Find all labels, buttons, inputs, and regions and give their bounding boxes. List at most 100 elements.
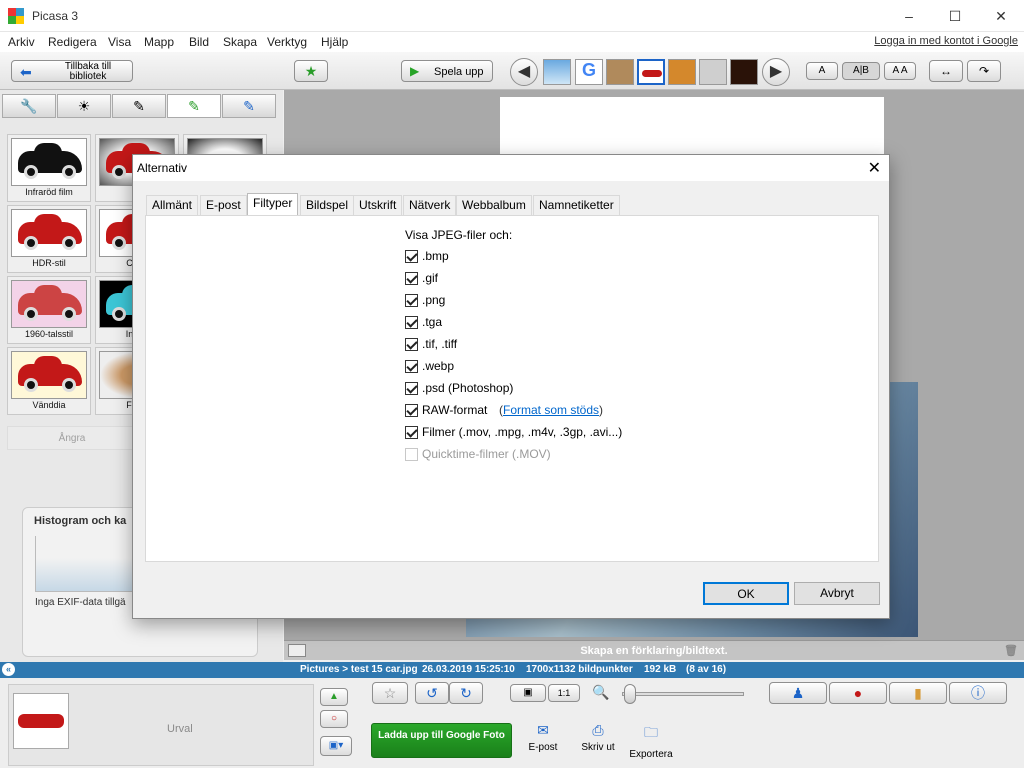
rotate-view-button[interactable]: ↷ bbox=[967, 60, 1001, 82]
menu-verktyg[interactable]: Verktyg bbox=[267, 35, 307, 49]
album-button[interactable]: ▣▾ bbox=[320, 736, 352, 756]
ok-button[interactable]: OK bbox=[703, 582, 789, 605]
effect-hdr[interactable]: HDR-stil bbox=[7, 205, 91, 273]
thumbnail-dog[interactable] bbox=[606, 59, 634, 85]
fit-view-button[interactable]: ▣ bbox=[510, 684, 546, 702]
share-button[interactable]: ★ bbox=[294, 60, 328, 82]
tab-basic-fixes[interactable]: 🔧 bbox=[2, 94, 56, 118]
clear-button[interactable]: ○ bbox=[320, 710, 348, 728]
checkbox-label: .tif, .tiff bbox=[422, 337, 458, 351]
tab-allmant[interactable]: Allmänt bbox=[146, 195, 199, 215]
rotate-right-button[interactable]: ↻ bbox=[449, 682, 483, 704]
menu-arkiv[interactable]: Arkiv bbox=[8, 35, 35, 49]
previous-image-button[interactable]: ◀ bbox=[510, 58, 538, 86]
thumbnail-google[interactable]: G bbox=[575, 59, 603, 85]
text-size-large-button[interactable]: A A bbox=[884, 62, 916, 80]
compare-button[interactable]: ↔ bbox=[929, 60, 963, 82]
tab-bildspel[interactable]: Bildspel bbox=[300, 195, 355, 215]
people-button[interactable]: ♟ bbox=[769, 682, 827, 704]
checkbox-box[interactable] bbox=[405, 404, 418, 417]
next-image-button[interactable]: ▶ bbox=[762, 58, 790, 86]
menu-bar: Arkiv Redigera Visa Mapp Bild Skapa Verk… bbox=[0, 32, 1024, 52]
menu-mapp[interactable]: Mapp bbox=[144, 35, 174, 49]
arrow-left-icon: ◀ bbox=[517, 63, 531, 80]
menu-skapa[interactable]: Skapa bbox=[223, 35, 257, 49]
caption-toggle-icon[interactable] bbox=[288, 644, 306, 657]
maximize-button[interactable]: ☐ bbox=[932, 0, 978, 32]
trash-icon[interactable]: 🗑 bbox=[1004, 641, 1018, 661]
menu-redigera[interactable]: Redigera bbox=[48, 35, 97, 49]
cancel-button[interactable]: Avbryt bbox=[794, 582, 880, 605]
tags-button[interactable]: ▮ bbox=[889, 682, 947, 704]
tab-webbalbum[interactable]: Webbalbum bbox=[456, 195, 532, 215]
collapse-icon[interactable]: « bbox=[2, 663, 15, 676]
close-window-button[interactable]: ✕ bbox=[978, 0, 1024, 32]
dialog-close-icon[interactable]: ✕ bbox=[868, 158, 881, 178]
effect-infrared[interactable]: Infraröd film bbox=[7, 134, 91, 202]
print-button[interactable]: ⎙ Skriv ut bbox=[578, 722, 618, 753]
tab-namnetiketter[interactable]: Namnetiketter bbox=[533, 195, 620, 215]
thumbnail-drinks[interactable] bbox=[668, 59, 696, 85]
tab-tuning[interactable]: ☀ bbox=[57, 94, 111, 118]
checkbox-box[interactable] bbox=[405, 316, 418, 329]
rotate-left-icon: ↺ bbox=[426, 685, 438, 701]
tab-effects-1[interactable]: ✎ bbox=[112, 94, 166, 118]
checkbox-box[interactable] bbox=[405, 294, 418, 307]
star-button[interactable]: ☆ bbox=[372, 682, 408, 704]
thumbnail-camera[interactable] bbox=[699, 59, 727, 85]
menu-visa[interactable]: Visa bbox=[108, 35, 131, 49]
tab-effects-3[interactable]: ✎ bbox=[222, 94, 276, 118]
checkbox-box[interactable] bbox=[405, 272, 418, 285]
tab-epost[interactable]: E-post bbox=[200, 195, 247, 215]
back-to-library-button[interactable]: ⬅ Tillbaka till bibliotek bbox=[11, 60, 133, 82]
person-icon: ♟ bbox=[791, 685, 805, 701]
text-size-medium-button[interactable]: A|B bbox=[842, 62, 880, 80]
tab-natverk[interactable]: Nätverk bbox=[403, 195, 457, 215]
supported-formats-link[interactable]: Format som stöds bbox=[503, 403, 599, 417]
pin-button[interactable]: ▲ bbox=[320, 688, 348, 706]
undo-button[interactable]: Ångra bbox=[7, 426, 137, 450]
tray-thumbnail[interactable] bbox=[13, 693, 69, 749]
checkbox-box[interactable] bbox=[405, 250, 418, 263]
tab-utskrift[interactable]: Utskrift bbox=[353, 195, 403, 215]
status-dimensions: 1700x1132 bildpunkter bbox=[526, 664, 633, 675]
caption-bar[interactable]: Skapa en förklaring/bildtext. 🗑 bbox=[284, 640, 1024, 660]
effect-1960s[interactable]: 1960-talsstil bbox=[7, 276, 91, 344]
thumbnail-car-selected[interactable] bbox=[637, 59, 665, 85]
checkbox-box[interactable] bbox=[405, 338, 418, 351]
brush-green-icon: ✎ bbox=[188, 98, 200, 114]
filetypes-panel: Visa JPEG-filer och: .bmp .gif .png .tga… bbox=[145, 215, 879, 562]
tab-effects-2[interactable]: ✎ bbox=[167, 94, 221, 118]
play-slideshow-button[interactable]: ▶ Spela upp bbox=[401, 60, 493, 82]
rotate-left-button[interactable]: ↺ bbox=[415, 682, 449, 704]
minimize-button[interactable]: – bbox=[886, 0, 932, 32]
info-button[interactable]: ⓘ bbox=[949, 682, 1007, 704]
tab-filtyper[interactable]: Filtyper bbox=[247, 193, 299, 216]
zoom-slider-handle[interactable] bbox=[624, 684, 636, 704]
caption-placeholder: Skapa en förklaring/bildtext. bbox=[580, 645, 728, 657]
export-button[interactable]: 🗀 Exportera bbox=[628, 722, 674, 760]
edit-tab-row: 🔧 ☀ ✎ ✎ ✎ bbox=[0, 94, 283, 120]
checkbox-box[interactable] bbox=[405, 426, 418, 439]
checkbox-label: .bmp bbox=[422, 249, 449, 263]
menu-bild[interactable]: Bild bbox=[189, 35, 209, 49]
arrow-right-icon: ▶ bbox=[769, 63, 783, 80]
menu-hjalp[interactable]: Hjälp bbox=[321, 35, 348, 49]
email-button[interactable]: ✉ E-post bbox=[526, 722, 560, 753]
zoom-icon: 🔍 bbox=[592, 684, 610, 700]
thumbnail-sky[interactable] bbox=[543, 59, 571, 85]
status-bar: « Pictures > test 15 car.jpg 26.03.2019 … bbox=[0, 662, 1024, 678]
zoom-slider-track[interactable] bbox=[622, 692, 744, 696]
upload-google-photos-button[interactable]: Ladda upp till Google Foto bbox=[371, 723, 512, 758]
places-button[interactable]: ● bbox=[829, 682, 887, 704]
rotate-view-icon: ↷ bbox=[978, 64, 990, 78]
login-link[interactable]: Logga in med kontot i Google bbox=[874, 35, 1018, 47]
actual-size-button[interactable]: 1:1 bbox=[548, 684, 580, 702]
text-size-medium-label: A|B bbox=[853, 65, 869, 76]
text-size-small-button[interactable]: A bbox=[806, 62, 838, 80]
checkbox-box[interactable] bbox=[405, 360, 418, 373]
thumbnail-fire[interactable] bbox=[730, 59, 758, 85]
effect-slide[interactable]: Vänddia bbox=[7, 347, 91, 415]
clear-icon: ○ bbox=[330, 713, 338, 724]
checkbox-box[interactable] bbox=[405, 382, 418, 395]
